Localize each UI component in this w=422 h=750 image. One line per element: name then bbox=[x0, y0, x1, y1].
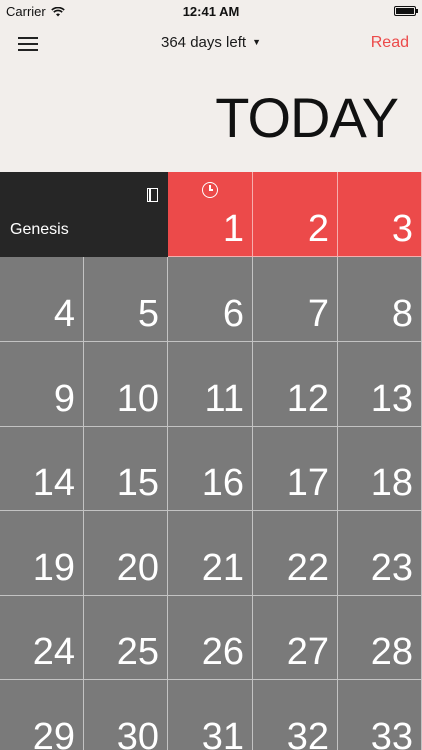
day-cell[interactable]: 11 bbox=[168, 342, 253, 427]
day-number: 25 bbox=[116, 631, 159, 673]
book-title: Genesis bbox=[10, 221, 69, 238]
day-cell[interactable]: 33 bbox=[338, 680, 422, 750]
day-cell[interactable]: 18 bbox=[338, 427, 422, 511]
day-cell[interactable]: 31 bbox=[168, 680, 253, 750]
book-cell-genesis[interactable]: Genesis bbox=[0, 172, 168, 257]
day-cell[interactable]: 29 bbox=[0, 680, 84, 750]
day-number: 27 bbox=[286, 631, 329, 673]
day-number: 26 bbox=[201, 631, 244, 673]
day-number: 23 bbox=[370, 547, 413, 589]
day-cell[interactable]: 8 bbox=[338, 257, 422, 342]
day-number: 4 bbox=[53, 293, 75, 335]
days-left-selector[interactable]: 364 days left ▼ bbox=[0, 34, 422, 51]
day-cell[interactable]: 13 bbox=[338, 342, 422, 427]
day-number: 20 bbox=[116, 547, 159, 589]
status-bar: Carrier 12:41 AM bbox=[0, 0, 422, 22]
day-number: 30 bbox=[116, 716, 159, 750]
day-cell[interactable]: 27 bbox=[253, 596, 338, 680]
day-cell[interactable]: 26 bbox=[168, 596, 253, 680]
dropdown-caret-icon: ▼ bbox=[252, 37, 261, 47]
day-number: 31 bbox=[201, 716, 244, 750]
day-number: 33 bbox=[370, 716, 413, 750]
calendar-grid: Genesis 1 2 3 4 5 6 7 8 9 10 11 12 13 14… bbox=[0, 172, 422, 750]
day-cell[interactable]: 23 bbox=[338, 511, 422, 596]
day-number: 17 bbox=[286, 462, 329, 504]
day-cell[interactable]: 15 bbox=[84, 427, 168, 511]
day-cell[interactable]: 21 bbox=[168, 511, 253, 596]
day-number: 11 bbox=[204, 378, 244, 420]
day-cell-3[interactable]: 3 bbox=[338, 172, 422, 257]
day-cell[interactable]: 14 bbox=[0, 427, 84, 511]
battery-fill bbox=[396, 8, 414, 14]
day-cell[interactable]: 6 bbox=[168, 257, 253, 342]
day-cell[interactable]: 10 bbox=[84, 342, 168, 427]
day-number: 10 bbox=[116, 378, 159, 420]
day-number: 29 bbox=[32, 716, 75, 750]
day-cell[interactable]: 9 bbox=[0, 342, 84, 427]
day-cell[interactable]: 25 bbox=[84, 596, 168, 680]
nav-bar: 364 days left ▼ Read bbox=[0, 22, 422, 66]
day-number: 21 bbox=[201, 547, 244, 589]
day-number: 15 bbox=[116, 462, 159, 504]
day-number: 32 bbox=[286, 716, 329, 750]
day-number: 8 bbox=[391, 293, 413, 335]
day-number: 2 bbox=[307, 208, 329, 250]
day-number: 24 bbox=[32, 631, 75, 673]
days-left-label: 364 days left bbox=[161, 34, 247, 51]
day-cell[interactable]: 16 bbox=[168, 427, 253, 511]
day-cell[interactable]: 32 bbox=[253, 680, 338, 750]
day-number: 3 bbox=[391, 208, 413, 250]
page-title: TODAY bbox=[215, 86, 399, 149]
book-icon bbox=[147, 188, 158, 202]
day-number: 28 bbox=[370, 631, 413, 673]
day-cell[interactable]: 30 bbox=[84, 680, 168, 750]
day-number: 5 bbox=[137, 293, 159, 335]
day-cell[interactable]: 20 bbox=[84, 511, 168, 596]
day-number: 9 bbox=[53, 378, 75, 420]
day-cell[interactable]: 5 bbox=[84, 257, 168, 342]
clock-icon bbox=[202, 182, 218, 198]
day-number: 13 bbox=[370, 378, 413, 420]
day-cell[interactable]: 22 bbox=[253, 511, 338, 596]
day-number: 19 bbox=[32, 547, 75, 589]
day-number: 16 bbox=[201, 462, 244, 504]
day-number: 22 bbox=[286, 547, 329, 589]
day-cell-1[interactable]: 1 bbox=[168, 172, 253, 257]
day-cell[interactable]: 7 bbox=[253, 257, 338, 342]
day-cell[interactable]: 19 bbox=[0, 511, 84, 596]
day-number: 1 bbox=[222, 208, 244, 250]
day-number: 6 bbox=[222, 293, 244, 335]
read-button[interactable]: Read bbox=[371, 34, 409, 52]
day-cell[interactable]: 17 bbox=[253, 427, 338, 511]
day-number: 12 bbox=[286, 378, 329, 420]
battery-icon bbox=[394, 6, 418, 16]
day-cell[interactable]: 12 bbox=[253, 342, 338, 427]
day-cell[interactable]: 4 bbox=[0, 257, 84, 342]
day-cell[interactable]: 28 bbox=[338, 596, 422, 680]
day-number: 7 bbox=[307, 293, 329, 335]
day-number: 18 bbox=[370, 462, 413, 504]
day-number: 14 bbox=[32, 462, 75, 504]
status-time: 12:41 AM bbox=[182, 4, 240, 19]
day-cell-2[interactable]: 2 bbox=[253, 172, 338, 257]
day-cell[interactable]: 24 bbox=[0, 596, 84, 680]
